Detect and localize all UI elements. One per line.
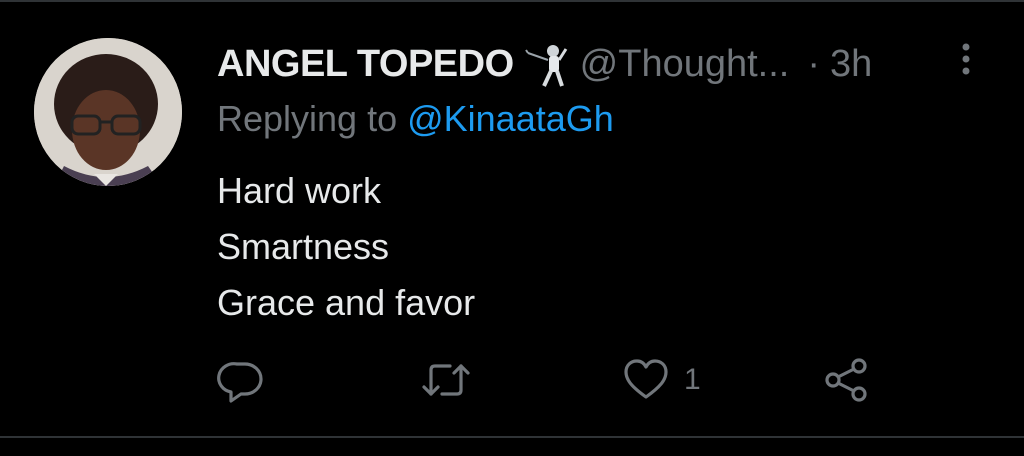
more-vertical-icon[interactable] [956,40,976,80]
retweet-icon [422,364,470,396]
tweet-card[interactable]: ANGEL TOPEDO @Thought... · 3h Replying t… [0,0,1024,456]
separator-dot: · [807,42,820,85]
person-fencing-icon [524,39,572,89]
reply-mention-link[interactable]: @KinaataGh [407,98,614,139]
share-icon [825,358,867,402]
tweet-header: ANGEL TOPEDO @Thought... · 3h [217,36,872,92]
like-count: 1 [684,363,701,396]
tweet-line: Smartness [217,226,390,267]
action-bar: 1 [0,352,1024,412]
top-divider [0,0,1024,2]
bottom-divider [0,436,1024,438]
replying-to-label: Replying to [217,98,408,139]
retweet-button[interactable] [420,352,472,408]
heart-icon [624,359,668,399]
avatar[interactable] [34,38,182,186]
user-handle[interactable]: @Thought... [580,43,790,86]
replying-to: Replying to @KinaataGh [217,98,614,140]
like-button[interactable]: 1 [622,352,701,408]
display-name[interactable]: ANGEL TOPEDO [217,43,514,86]
timestamp[interactable]: 3h [830,43,872,86]
tweet-line: Grace and favor [217,282,476,323]
reply-icon [217,362,263,403]
tweet-text: Hard work Smartness Grace and favor [217,163,475,331]
share-button[interactable] [822,352,870,408]
tweet-line: Hard work [217,170,382,211]
reply-button[interactable] [217,352,265,408]
avatar-photo [34,38,182,186]
